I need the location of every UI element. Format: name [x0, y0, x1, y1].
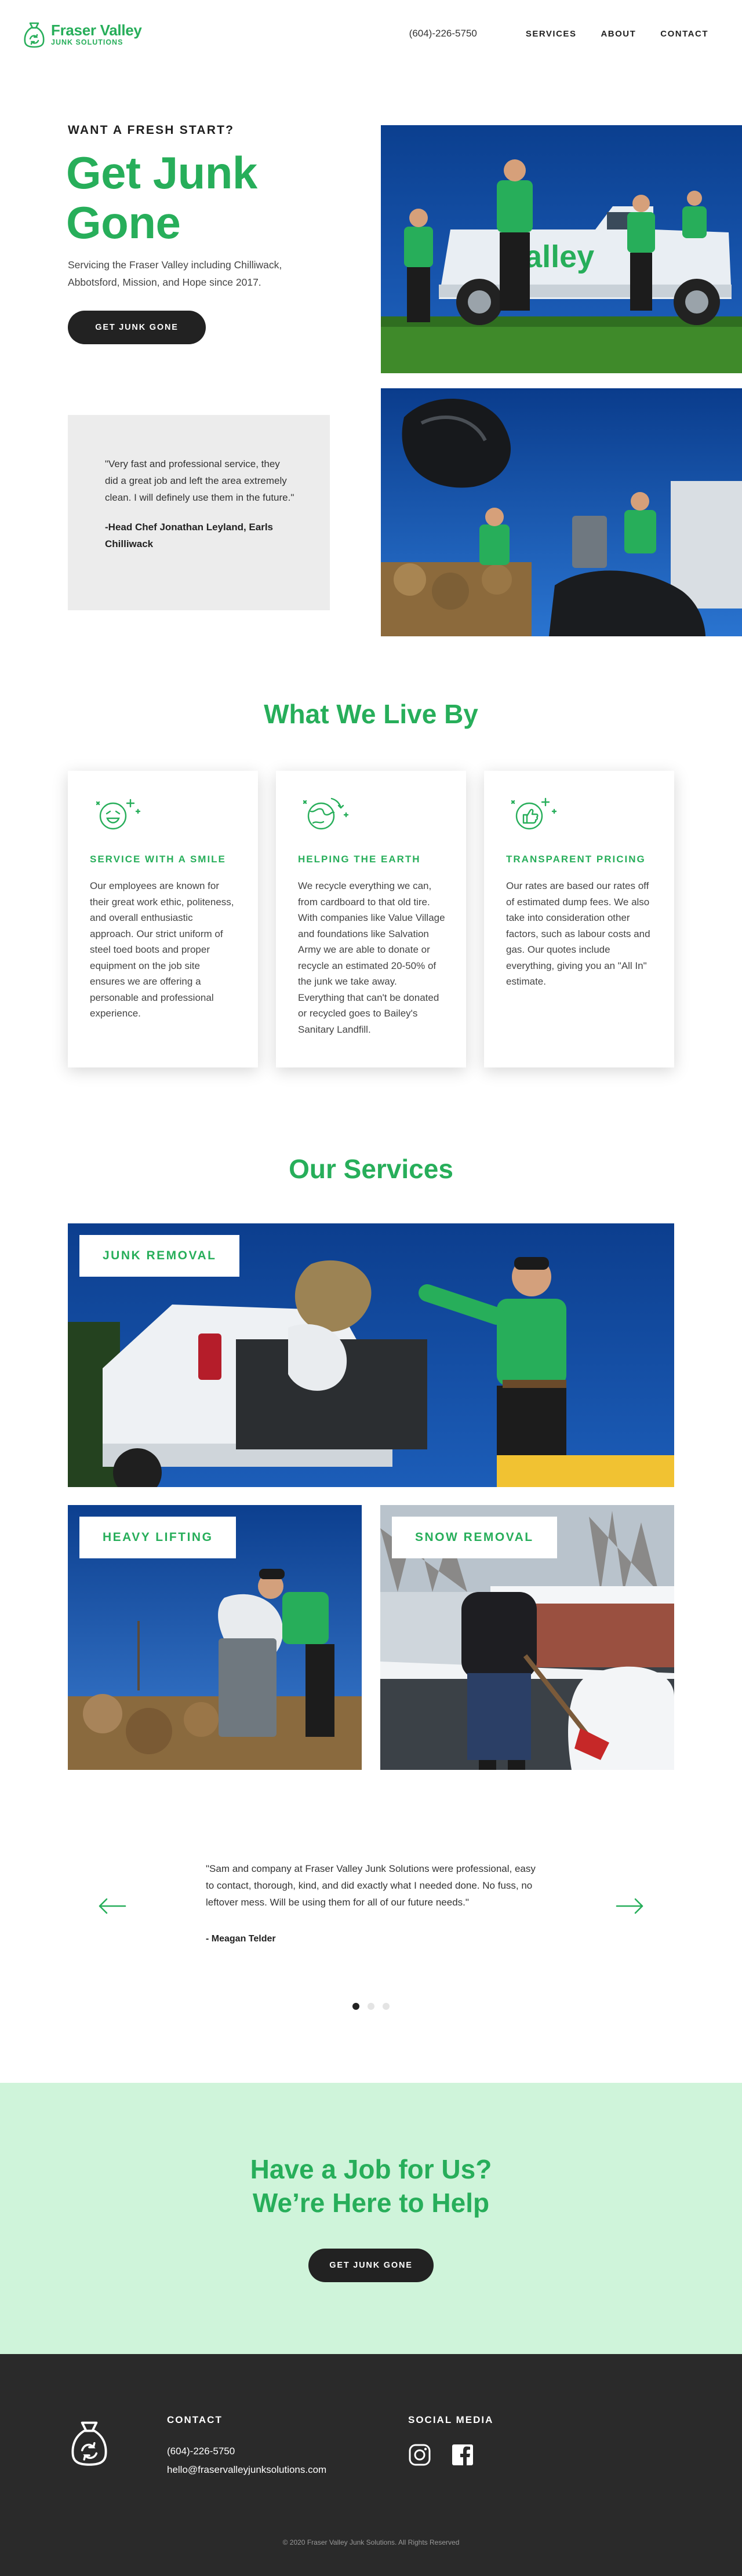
hero-description: Servicing the Fraser Valley including Ch… — [68, 259, 282, 288]
copyright: © 2020 Fraser Valley Junk Solutions. All… — [282, 2538, 460, 2546]
value-card-text: Our rates are based our rates off of est… — [506, 880, 650, 987]
garbage-bag-toss-photo — [381, 388, 742, 636]
footer-social-heading: SOCIAL MEDIA — [408, 2414, 494, 2425]
value-card-title: SERVICE WITH A SMILE — [90, 854, 226, 865]
service-junk-removal[interactable]: JUNK REMOVAL — [68, 1223, 674, 1487]
logo-subtitle: JUNK SOLUTIONS — [51, 38, 123, 46]
value-card-title: TRANSPARENT PRICING — [506, 854, 646, 865]
logo-name: Fraser Valley — [51, 21, 142, 39]
slider-dot[interactable] — [383, 2003, 390, 2010]
team-truck-photo: Valley — [381, 125, 742, 373]
site-footer: CONTACT (604)-226-5750 hello@fraservalle… — [0, 2354, 742, 2576]
facebook-icon[interactable] — [451, 2443, 474, 2466]
earth-icon — [303, 797, 349, 830]
site-header: Fraser Valley JUNK SOLUTIONS (604)-226-5… — [0, 0, 742, 70]
main-nav: (604)-226-5750 SERVICES ABOUT CONTACT — [409, 28, 708, 39]
footer-email-link[interactable]: hello@fraservalleyjunksolutions.com — [167, 2464, 326, 2476]
hero-testimonial-text: "Very fast and professional service, the… — [105, 458, 294, 503]
junk-bag-logo-icon — [24, 22, 45, 48]
smile-icon — [96, 799, 141, 830]
hero-title: Get Junk Gone — [66, 147, 257, 248]
nav-contact[interactable]: CONTACT — [660, 29, 708, 39]
value-card-title: HELPING THE EARTH — [298, 854, 421, 865]
slider-dot[interactable] — [352, 2003, 359, 2010]
cta-section: Have a Job for Us? We’re Here to Help GE… — [0, 2083, 742, 2354]
value-card-smile: SERVICE WITH A SMILE Our employees are k… — [68, 771, 258, 1067]
service-label: SNOW REMOVAL — [392, 1517, 557, 1558]
service-label: JUNK REMOVAL — [79, 1235, 240, 1277]
nav-about[interactable]: ABOUT — [601, 29, 636, 39]
thumbs-up-icon — [511, 797, 557, 830]
testimonial-author: - Meagan Telder — [206, 1934, 276, 1944]
nav-services[interactable]: SERVICES — [526, 29, 577, 39]
testimonial-quote: "Sam and company at Fraser Valley Junk S… — [206, 1863, 536, 1908]
instagram-icon[interactable] — [408, 2443, 431, 2466]
slider-prev-arrow-icon[interactable] — [97, 1897, 126, 1915]
value-card-earth: HELPING THE EARTH We recycle everything … — [276, 771, 466, 1067]
junk-bag-logo-icon[interactable] — [68, 2415, 111, 2469]
values-section-title: What We Live By — [264, 699, 478, 729]
page: Fraser Valley JUNK SOLUTIONS (604)-226-5… — [0, 0, 742, 2576]
service-snow-removal[interactable]: SNOW REMOVAL — [380, 1505, 674, 1770]
value-card-text: We recycle everything we can, from cardb… — [298, 880, 445, 1035]
value-card-text: Our employees are known for their great … — [90, 880, 234, 1019]
get-junk-gone-button[interactable]: GET JUNK GONE — [68, 311, 206, 344]
hero-testimonial: "Very fast and professional service, the… — [68, 415, 330, 610]
cta-title: Have a Job for Us? We’re Here to Help — [0, 2152, 742, 2220]
value-card-pricing: TRANSPARENT PRICING Our rates are based … — [484, 771, 674, 1067]
footer-phone-link[interactable]: (604)-226-5750 — [167, 2446, 235, 2457]
cta-title-line-1: Have a Job for Us? — [250, 2154, 492, 2184]
footer-contact-heading: CONTACT — [167, 2414, 223, 2425]
cta-get-junk-gone-button[interactable]: GET JUNK GONE — [308, 2249, 434, 2282]
slider-next-arrow-icon[interactable] — [616, 1897, 645, 1915]
slider-dot[interactable] — [368, 2003, 374, 2010]
hero-kicker: WANT A FRESH START? — [68, 123, 235, 137]
hero-testimonial-author: -Head Chef Jonathan Leyland, Earls Chill… — [105, 522, 274, 549]
nav-phone-link[interactable]: (604)-226-5750 — [409, 28, 477, 39]
slider-dots — [0, 2003, 742, 2010]
cta-title-line-2: We’re Here to Help — [252, 2188, 490, 2218]
service-label: HEAVY LIFTING — [79, 1517, 237, 1558]
services-section-title: Our Services — [289, 1154, 453, 1184]
logo[interactable]: Fraser Valley JUNK SOLUTIONS — [22, 20, 142, 49]
service-heavy-lifting[interactable]: HEAVY LIFTING — [68, 1505, 362, 1770]
